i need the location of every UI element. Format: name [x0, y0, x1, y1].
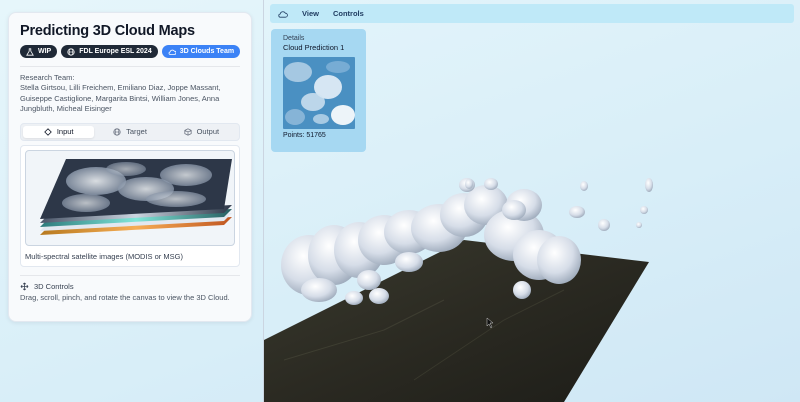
info-panel: Predicting 3D Cloud Maps WIP FDL Europe …	[8, 12, 252, 322]
flask-icon	[26, 47, 34, 56]
prediction-name: Cloud Prediction 1	[283, 43, 345, 52]
tab-output[interactable]: Output	[166, 126, 237, 138]
wip-badge: WIP	[20, 45, 58, 58]
3d-viewport[interactable]: View Controls Details Cloud Prediction 1…	[263, 0, 800, 402]
prediction-thumbnail	[283, 57, 355, 129]
fdl-badge-label: FDL Europe ESL 2024	[79, 48, 152, 55]
cloud-icon	[168, 49, 176, 55]
controls-description: Drag, scroll, pinch, and rotate the canv…	[20, 292, 230, 302]
points-count: Points: 51765	[283, 132, 326, 139]
move-icon	[20, 282, 29, 290]
divider	[20, 274, 240, 276]
satellite-image-stack	[25, 149, 235, 246]
cloud-icon[interactable]	[278, 10, 288, 18]
image-caption: Multi-spectral satellite images (MODIS o…	[25, 251, 183, 261]
details-label: Details	[283, 35, 305, 42]
tab-input-label: Input	[56, 127, 74, 136]
globe-icon	[67, 47, 75, 56]
satellite-layers-illustration	[40, 158, 232, 235]
tab-target[interactable]: Target	[94, 126, 165, 138]
wip-badge-label: WIP	[38, 48, 52, 55]
menu-view[interactable]: View	[302, 9, 319, 18]
controls-heading: 3D Controls	[20, 282, 240, 291]
cloud-thumbnail-image	[283, 57, 355, 129]
diamond-icon	[44, 127, 52, 136]
tab-target-label: Target	[126, 127, 147, 136]
tab-input[interactable]: Input	[23, 125, 95, 138]
controls-title: 3D Controls	[34, 281, 74, 291]
globe-icon	[113, 127, 121, 136]
page-title: Predicting 3D Cloud Maps	[20, 23, 195, 39]
input-image-card: Multi-spectral satellite images (MODIS o…	[20, 144, 240, 267]
research-team-label: Research Team:	[20, 73, 75, 82]
viewport-menubar: View Controls	[270, 4, 794, 23]
badge-row: WIP FDL Europe ESL 2024 3D Clouds Team	[20, 45, 241, 58]
fdl-badge: FDL Europe ESL 2024	[61, 45, 158, 58]
divider	[20, 66, 240, 67]
data-tabs: Input Target Output	[20, 122, 240, 141]
team-badge: 3D Clouds Team	[161, 45, 241, 58]
menu-controls[interactable]: Controls	[333, 9, 364, 18]
team-badge-label: 3D Clouds Team	[179, 48, 235, 55]
cube-icon	[184, 127, 192, 136]
details-panel: Details Cloud Prediction 1 Points: 51765	[271, 29, 366, 152]
research-team-names: Stella Girtsou, Lilli Freichem, Emiliano…	[20, 83, 221, 113]
tab-output-label: Output	[196, 127, 220, 136]
